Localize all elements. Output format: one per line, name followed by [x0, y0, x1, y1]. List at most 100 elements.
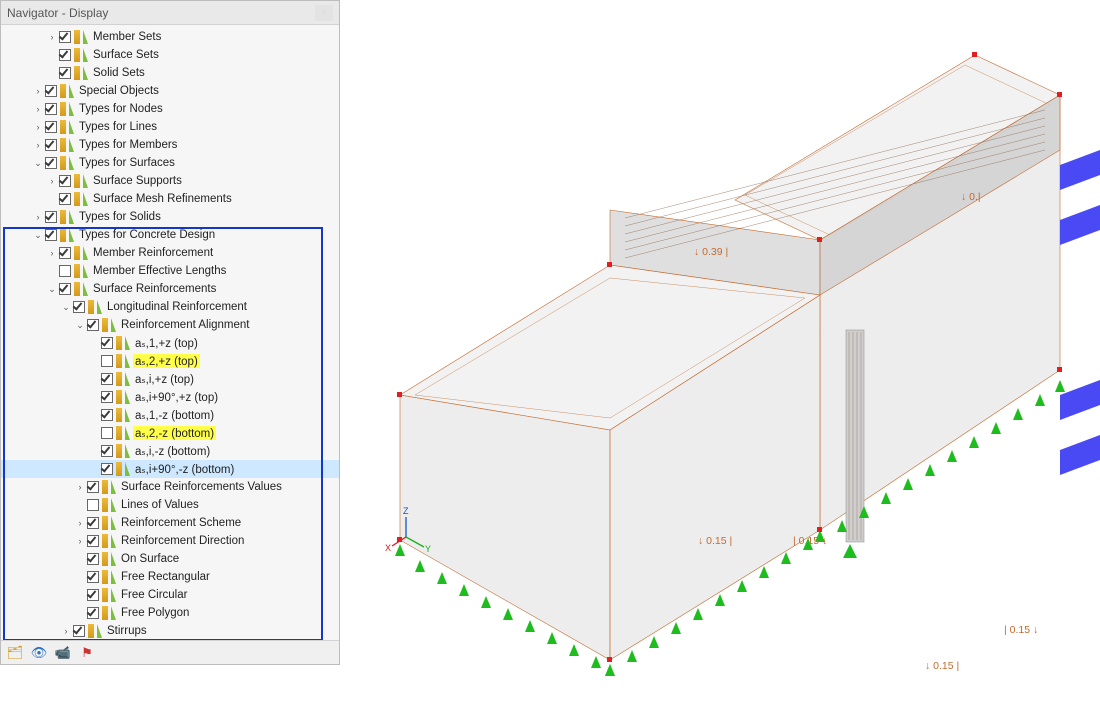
checkbox[interactable]: [87, 535, 99, 547]
checkbox[interactable]: [87, 571, 99, 583]
checkbox[interactable]: [45, 121, 57, 133]
caret-icon[interactable]: ›: [33, 122, 43, 132]
checkbox[interactable]: [87, 499, 99, 511]
caret-icon[interactable]: ⌄: [33, 230, 43, 240]
tree-item[interactable]: ›Reinforcement Scheme: [1, 514, 339, 532]
caret-icon[interactable]: ›: [75, 536, 85, 546]
item-icon: [102, 480, 116, 494]
caret-icon[interactable]: ›: [33, 212, 43, 222]
eye-icon[interactable]: 👁: [31, 645, 47, 661]
checkbox[interactable]: [101, 355, 113, 367]
tree-view[interactable]: ›Member SetsSurface SetsSolid Sets›Speci…: [1, 25, 339, 640]
tree-item[interactable]: aₛ,2,-z (bottom): [1, 424, 339, 442]
tree-item[interactable]: ›Types for Solids: [1, 208, 339, 226]
tree-item[interactable]: ›Member Reinforcement: [1, 244, 339, 262]
tree-item-label: aₛ,i+90°,+z (top): [133, 390, 220, 404]
structural-model: Z Y X: [340, 0, 1100, 704]
tree-item[interactable]: Lines of Values: [1, 496, 339, 514]
checkbox[interactable]: [45, 229, 57, 241]
caret-icon[interactable]: ⌄: [61, 302, 71, 312]
tree-item[interactable]: Surface Sets: [1, 46, 339, 64]
checkbox[interactable]: [59, 175, 71, 187]
tree-item[interactable]: On Surface: [1, 550, 339, 568]
checkbox[interactable]: [87, 319, 99, 331]
checkbox[interactable]: [59, 247, 71, 259]
checkbox[interactable]: [101, 427, 113, 439]
tree-item-label: aₛ,1,-z (bottom): [133, 408, 216, 422]
tree-item[interactable]: ›Stirrups: [1, 622, 339, 640]
tree-item-label: aₛ,1,+z (top): [133, 336, 200, 350]
checkbox[interactable]: [73, 625, 85, 637]
checkbox[interactable]: [45, 157, 57, 169]
tree-item[interactable]: aₛ,1,+z (top): [1, 334, 339, 352]
checkbox[interactable]: [59, 31, 71, 43]
3d-viewport[interactable]: Z Y X: [340, 0, 1100, 704]
tree-item-label: Member Effective Lengths: [91, 265, 228, 277]
caret-icon[interactable]: ›: [75, 482, 85, 492]
caret-icon[interactable]: ›: [33, 104, 43, 114]
checkbox[interactable]: [101, 337, 113, 349]
tree-item[interactable]: ›Types for Nodes: [1, 100, 339, 118]
checkbox[interactable]: [59, 283, 71, 295]
item-icon: [88, 300, 102, 314]
checkbox[interactable]: [101, 463, 113, 475]
checkbox[interactable]: [45, 85, 57, 97]
tree-item[interactable]: ⌄Longitudinal Reinforcement: [1, 298, 339, 316]
checkbox[interactable]: [73, 301, 85, 313]
tree-item[interactable]: ›Surface Reinforcements Values: [1, 478, 339, 496]
checkbox[interactable]: [59, 49, 71, 61]
checkbox[interactable]: [87, 607, 99, 619]
caret-icon[interactable]: ⌄: [75, 320, 85, 330]
tree-item[interactable]: ⌄Surface Reinforcements: [1, 280, 339, 298]
tree-item[interactable]: Free Polygon: [1, 604, 339, 622]
tree-item[interactable]: Solid Sets: [1, 64, 339, 82]
caret-icon[interactable]: ›: [47, 248, 57, 258]
camera-icon[interactable]: 📹: [55, 645, 71, 661]
tree-item[interactable]: ›Special Objects: [1, 82, 339, 100]
caret-icon[interactable]: ⌄: [47, 284, 57, 294]
tree-item[interactable]: ›Surface Supports: [1, 172, 339, 190]
tree-item[interactable]: aₛ,i+90°,+z (top): [1, 388, 339, 406]
tree-item[interactable]: ›Reinforcement Direction: [1, 532, 339, 550]
checkbox[interactable]: [101, 391, 113, 403]
tree-item[interactable]: aₛ,1,-z (bottom): [1, 406, 339, 424]
checkbox[interactable]: [101, 373, 113, 385]
caret-icon[interactable]: ›: [33, 86, 43, 96]
tree-item[interactable]: aₛ,2,+z (top): [1, 352, 339, 370]
tree-item[interactable]: ⌄Types for Surfaces: [1, 154, 339, 172]
tree-item[interactable]: Free Rectangular: [1, 568, 339, 586]
tree-item[interactable]: Member Effective Lengths: [1, 262, 339, 280]
caret-icon[interactable]: ⌄: [33, 158, 43, 168]
checkbox[interactable]: [87, 481, 99, 493]
tree-item[interactable]: ›Member Sets: [1, 28, 339, 46]
checkbox[interactable]: [45, 103, 57, 115]
tree-item[interactable]: aₛ,i+90°,-z (bottom): [1, 460, 339, 478]
caret-icon[interactable]: ›: [47, 176, 57, 186]
tree-item[interactable]: ›Types for Lines: [1, 118, 339, 136]
checkbox[interactable]: [87, 517, 99, 529]
checkbox[interactable]: [45, 211, 57, 223]
checkbox[interactable]: [101, 409, 113, 421]
checkbox[interactable]: [59, 67, 71, 79]
tree-item[interactable]: ⌄Reinforcement Alignment: [1, 316, 339, 334]
tree-item[interactable]: ⌄Types for Concrete Design: [1, 226, 339, 244]
tree-item[interactable]: Surface Mesh Refinements: [1, 190, 339, 208]
tree-item[interactable]: ›Types for Members: [1, 136, 339, 154]
tree-item[interactable]: aₛ,i,-z (bottom): [1, 442, 339, 460]
tree-item[interactable]: Free Circular: [1, 586, 339, 604]
flag-icon[interactable]: ⚑: [79, 645, 95, 661]
checkbox[interactable]: [101, 445, 113, 457]
checkbox[interactable]: [87, 589, 99, 601]
tree-item[interactable]: aₛ,i,+z (top): [1, 370, 339, 388]
checkbox[interactable]: [87, 553, 99, 565]
close-button[interactable]: ×: [315, 5, 333, 21]
item-icon: [60, 156, 74, 170]
caret-icon[interactable]: ›: [47, 32, 57, 42]
caret-icon[interactable]: ›: [61, 626, 71, 636]
folder-icon[interactable]: 🗂: [7, 645, 23, 661]
checkbox[interactable]: [59, 265, 71, 277]
caret-icon[interactable]: ›: [75, 518, 85, 528]
checkbox[interactable]: [45, 139, 57, 151]
caret-icon[interactable]: ›: [33, 140, 43, 150]
checkbox[interactable]: [59, 193, 71, 205]
